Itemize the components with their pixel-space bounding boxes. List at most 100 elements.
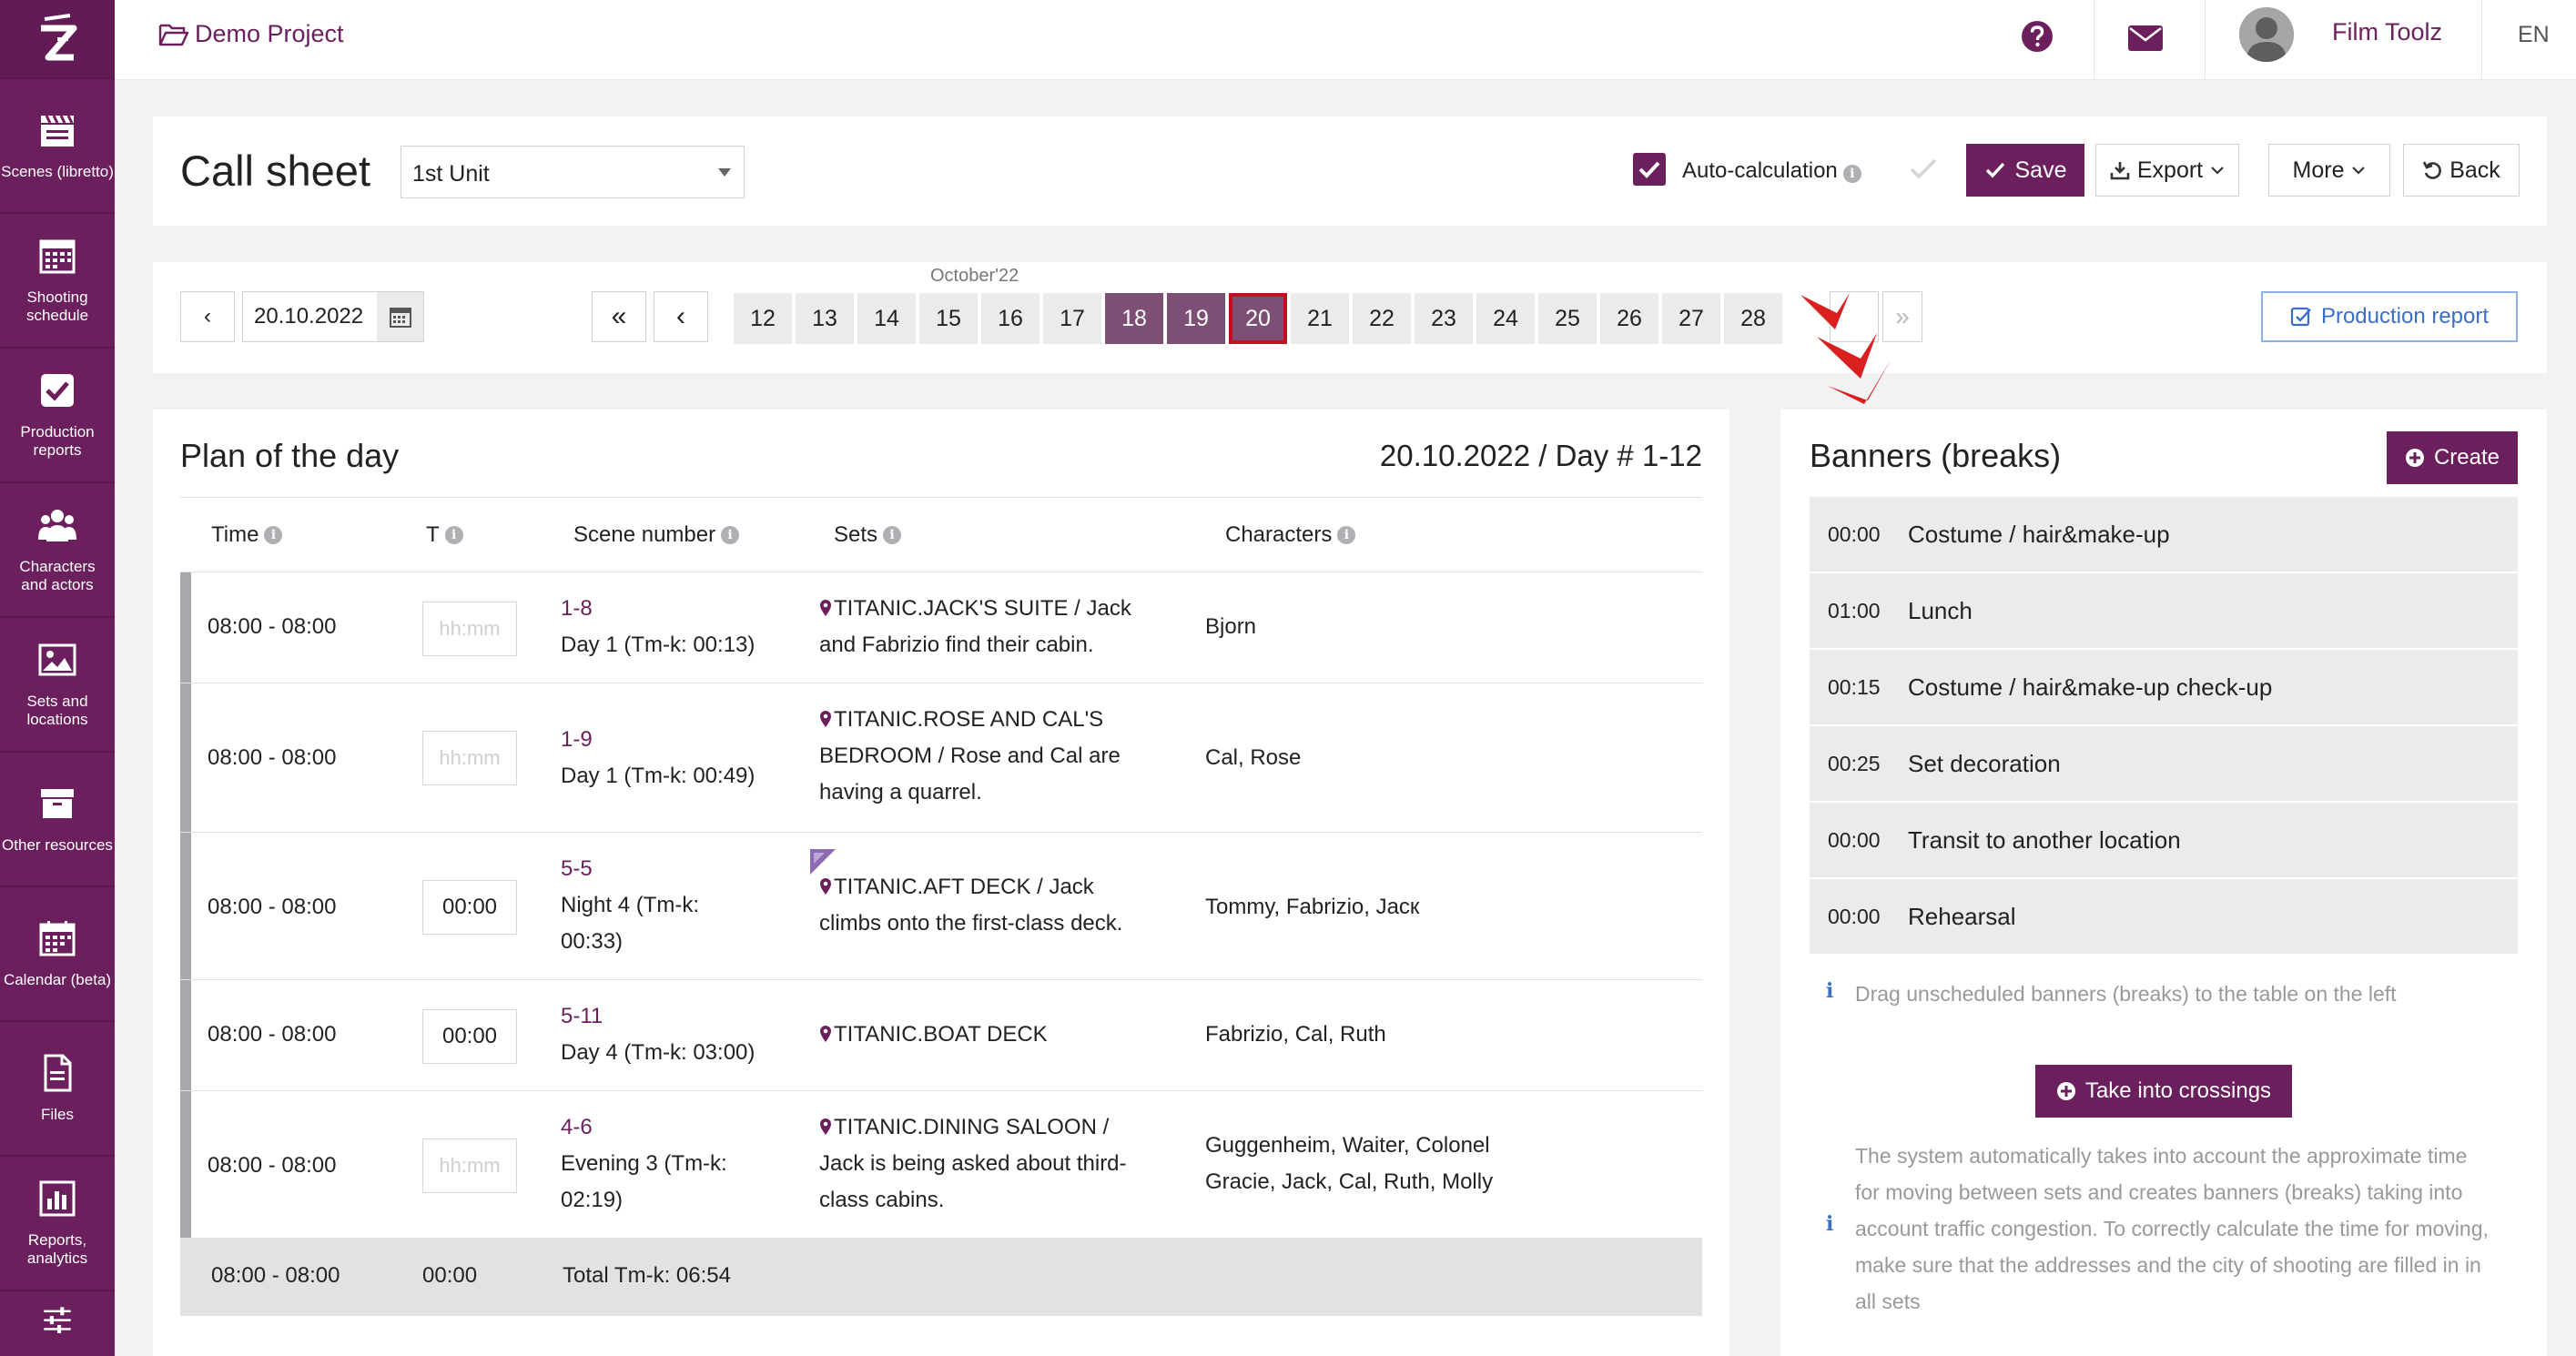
scene-number-link[interactable]: 1-9 xyxy=(561,722,593,758)
banner-item[interactable]: 00:15 Costume / hair&make-up check-up xyxy=(1810,650,2518,726)
more-button[interactable]: More xyxy=(2268,144,2390,197)
table-row[interactable]: 08:00 - 08:00 hh:mm 1-8 Day 1 (Tm-k: 00:… xyxy=(180,572,1702,683)
banner-item[interactable]: 00:00 Rehearsal xyxy=(1810,879,2518,956)
take-into-crossings-button[interactable]: Take into crossings xyxy=(2035,1065,2292,1118)
day-24[interactable]: 24 xyxy=(1476,293,1535,344)
sidebar-item-sets[interactable]: Sets and locations xyxy=(0,618,115,753)
banner-item[interactable]: 00:00 Transit to another location xyxy=(1810,803,2518,879)
col-sets[interactable]: Sets i xyxy=(834,522,902,548)
info-icon[interactable]: i xyxy=(883,526,902,544)
info-icon[interactable]: i xyxy=(1337,526,1356,544)
sidebar: Scenes (libretto) Shooting schedule Prod… xyxy=(0,0,115,1356)
prev-week-button[interactable]: ‹ xyxy=(654,291,708,342)
set-text: TITANIC.DINING SALOON / xyxy=(834,1115,1110,1139)
scene-number-link[interactable]: 1-8 xyxy=(561,591,593,627)
auto-calculation-checkbox[interactable] xyxy=(1633,153,1666,186)
row-drag-handle[interactable] xyxy=(180,980,191,1090)
project-name: Demo Project xyxy=(195,20,344,47)
sidebar-item-settings[interactable] xyxy=(0,1291,115,1350)
day-20-selected[interactable]: 20 xyxy=(1229,293,1287,344)
info-icon[interactable]: i xyxy=(721,526,740,544)
row-drag-handle[interactable] xyxy=(180,1091,191,1238)
table-row[interactable]: 08:00 - 08:00 00:00 5-5 Night 4 (Tm-k: 0… xyxy=(180,832,1702,979)
scene-number-link[interactable]: 5-5 xyxy=(561,851,593,887)
export-button[interactable]: Export xyxy=(2095,144,2239,197)
sidebar-item-label: Other resources xyxy=(2,836,113,854)
check-mark-icon[interactable] xyxy=(1908,157,1939,182)
day-12[interactable]: 12 xyxy=(734,293,792,344)
scene-number-link[interactable]: 5-11 xyxy=(561,998,603,1035)
check-icon xyxy=(1985,162,2004,178)
info-text: all sets xyxy=(1855,1290,1921,1313)
day-16[interactable]: 16 xyxy=(981,293,1040,344)
info-icon[interactable]: i xyxy=(264,526,283,544)
t-input[interactable]: hh:mm xyxy=(422,602,517,656)
t-input[interactable]: hh:mm xyxy=(422,1138,517,1193)
banner-name: Rehearsal xyxy=(1908,903,2016,930)
table-row[interactable]: 08:00 - 08:00 hh:mm 1-9 Day 1 (Tm-k: 00:… xyxy=(180,683,1702,832)
day-19[interactable]: 19 xyxy=(1167,293,1225,344)
day-22[interactable]: 22 xyxy=(1353,293,1411,344)
day-23[interactable]: 23 xyxy=(1415,293,1473,344)
mail-icon[interactable] xyxy=(2128,25,2163,51)
sidebar-item-scenes[interactable]: Scenes (libretto) xyxy=(0,79,115,214)
logo-z-icon xyxy=(41,13,77,60)
production-report-button[interactable]: Production report xyxy=(2261,291,2518,342)
unit-select[interactable]: 1st Unit xyxy=(401,146,745,198)
create-banner-button[interactable]: Create xyxy=(2387,431,2518,484)
user-menu[interactable] xyxy=(2239,7,2294,62)
top-bar: Demo Project Film Toolz EN xyxy=(115,0,2576,80)
banner-item[interactable]: 00:00 Costume / hair&make-up xyxy=(1810,497,2518,573)
day-18[interactable]: 18 xyxy=(1105,293,1163,344)
language-switch[interactable]: EN xyxy=(2518,22,2550,48)
day-21[interactable]: 21 xyxy=(1291,293,1349,344)
day-27[interactable]: 27 xyxy=(1662,293,1720,344)
info-icon[interactable]: i xyxy=(444,526,463,544)
banner-time: 00:00 xyxy=(1828,828,1881,852)
banner-item[interactable]: 00:25 Set decoration xyxy=(1810,726,2518,803)
col-time[interactable]: Time i xyxy=(211,522,283,548)
back-button[interactable]: Back xyxy=(2403,144,2520,197)
save-button[interactable]: Save xyxy=(1966,144,2084,197)
banners-title: Banners (breaks) xyxy=(1810,437,2062,474)
app-logo[interactable] xyxy=(0,0,115,79)
day-25[interactable]: 25 xyxy=(1538,293,1597,344)
sidebar-item-other-resources[interactable]: Other resources xyxy=(0,753,115,887)
sidebar-item-files[interactable]: Files xyxy=(0,1022,115,1157)
t-input[interactable]: 00:00 xyxy=(422,1009,517,1064)
row-drag-handle[interactable] xyxy=(180,572,191,683)
table-row[interactable]: 08:00 - 08:00 00:00 5-11 Day 4 (Tm-k: 03… xyxy=(180,979,1702,1090)
red-arrow-pointer-icon xyxy=(1800,293,1891,404)
col-characters[interactable]: Characters i xyxy=(1225,522,1356,548)
sidebar-item-production-reports[interactable]: Production reports xyxy=(0,349,115,483)
total-tmk: Total Tm-k: 06:54 xyxy=(563,1263,731,1288)
sidebar-item-reports[interactable]: Reports, analytics xyxy=(0,1157,115,1291)
sidebar-item-characters[interactable]: Characters and actors xyxy=(0,483,115,618)
user-name[interactable]: Film Toolz xyxy=(2332,18,2442,46)
table-row[interactable]: 08:00 - 08:00 hh:mm 4-6 Evening 3 (Tm-k:… xyxy=(180,1090,1702,1238)
calendar-picker-button[interactable] xyxy=(377,291,424,342)
banner-item[interactable]: 01:00 Lunch xyxy=(1810,573,2518,650)
first-date-button[interactable]: « xyxy=(592,291,646,342)
day-26[interactable]: 26 xyxy=(1600,293,1658,344)
day-13[interactable]: 13 xyxy=(796,293,854,344)
sidebar-item-shooting-schedule[interactable]: Shooting schedule xyxy=(0,214,115,349)
info-icon[interactable]: i xyxy=(1842,165,1861,183)
col-t[interactable]: Ti xyxy=(426,522,463,548)
day-28[interactable]: 28 xyxy=(1724,293,1782,344)
t-input[interactable]: 00:00 xyxy=(422,880,517,935)
row-drag-handle[interactable] xyxy=(180,833,191,979)
project-link[interactable]: Demo Project xyxy=(158,20,344,48)
day-17[interactable]: 17 xyxy=(1043,293,1101,344)
t-input[interactable]: hh:mm xyxy=(422,731,517,785)
help-icon[interactable] xyxy=(2021,20,2054,53)
row-drag-handle[interactable] xyxy=(180,683,191,832)
day-14[interactable]: 14 xyxy=(857,293,916,344)
day-15[interactable]: 15 xyxy=(919,293,978,344)
scene-number-link[interactable]: 4-6 xyxy=(561,1109,593,1146)
sidebar-item-calendar[interactable]: Calendar (beta) xyxy=(0,887,115,1022)
col-scene-number[interactable]: Scene number i xyxy=(573,522,740,548)
prev-date-button[interactable]: ‹ xyxy=(180,291,235,342)
row-time: 08:00 - 08:00 xyxy=(208,1153,337,1178)
map-pin-icon xyxy=(820,711,831,727)
